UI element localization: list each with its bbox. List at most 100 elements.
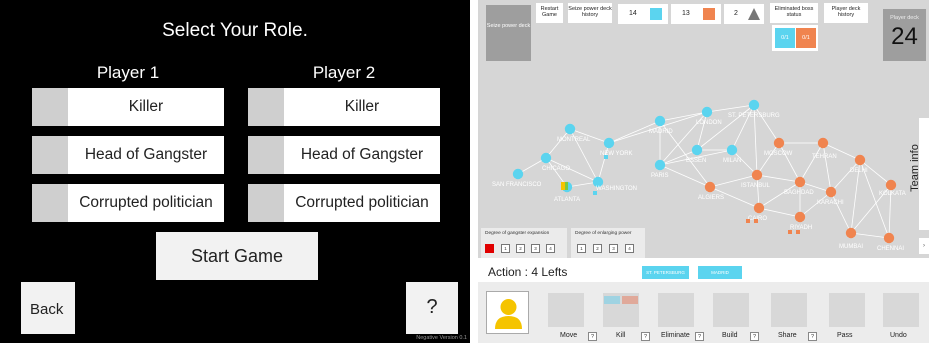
help-button[interactable]: ? <box>406 282 458 334</box>
pass-label: Pass <box>837 332 853 339</box>
city-node[interactable] <box>773 137 785 149</box>
blue-chip-icon <box>604 296 620 304</box>
seize-power-history-button[interactable]: Seize power deck history <box>568 3 612 23</box>
city-node[interactable] <box>753 202 765 214</box>
gang-cube-icon <box>796 230 800 234</box>
role-checkbox[interactable] <box>248 184 284 222</box>
city-node[interactable] <box>512 168 524 180</box>
orange-counter-value: 13 <box>682 10 690 17</box>
role-checkbox[interactable] <box>32 136 68 174</box>
p2-role-head-of-gangster-button[interactable]: Head of Gangster <box>248 136 440 174</box>
expansion-level: 2 <box>516 244 525 253</box>
city-node[interactable] <box>701 106 713 118</box>
eliminate-help-button[interactable]: ? <box>695 332 704 341</box>
city-node[interactable] <box>794 176 806 188</box>
city-node[interactable] <box>654 115 666 127</box>
city-node[interactable] <box>564 123 576 135</box>
city-node[interactable] <box>883 232 895 244</box>
city-label: PARIS <box>651 173 669 179</box>
triangle-counter: 2 <box>724 4 764 24</box>
city-node[interactable] <box>726 144 738 156</box>
player-deck[interactable]: Player deck 24 <box>883 9 926 61</box>
team-info-tab[interactable]: Team info <box>909 118 929 230</box>
city-node[interactable] <box>654 159 666 171</box>
share-label: Share <box>778 332 797 339</box>
gang-cube-icon <box>746 219 750 223</box>
city-label: ALGIERS <box>698 195 724 201</box>
undo-button[interactable] <box>883 293 919 327</box>
build-label: Build <box>722 332 738 339</box>
city-label: BAGHDAD <box>784 190 814 196</box>
p1-role-killer-button[interactable]: Killer <box>32 88 224 126</box>
expansion-level: 3 <box>531 244 540 253</box>
enlarging-power-track: Degree of enlarging power 1 2 3 4 <box>571 228 645 258</box>
role-checkbox[interactable] <box>248 88 284 126</box>
orange-square-icon <box>703 8 715 20</box>
city-node[interactable] <box>845 227 857 239</box>
city-label: ATLANTA <box>554 197 580 203</box>
route-line <box>778 142 801 183</box>
p2-role-killer-button[interactable]: Killer <box>248 88 440 126</box>
seize-power-deck[interactable]: Seize power deck <box>486 5 531 61</box>
city-node[interactable] <box>825 186 837 198</box>
blue-counter-value: 14 <box>629 10 637 17</box>
city-label: MOSCOW <box>764 151 793 157</box>
city-node[interactable] <box>540 152 552 164</box>
p2-role-corrupted-politician-button[interactable]: Corrupted politician <box>248 184 440 222</box>
move-button[interactable] <box>548 293 584 327</box>
role-label: Head of Gangster <box>84 146 208 163</box>
role-label: Corrupted politician <box>79 194 213 211</box>
city-node[interactable] <box>748 99 760 111</box>
move-help-button[interactable]: ? <box>588 332 597 341</box>
restart-game-button[interactable]: Restart Game <box>536 3 563 23</box>
eliminated-boss-status-button[interactable]: Eliminated boss status <box>770 3 818 23</box>
start-game-button[interactable]: Start Game <box>156 232 318 280</box>
route-line <box>545 128 571 159</box>
role-checkbox[interactable] <box>32 184 68 222</box>
player2-label: Player 2 <box>312 63 376 82</box>
side-arrow-button[interactable]: › <box>919 238 929 254</box>
city-node[interactable] <box>854 154 866 166</box>
gang-cube-icon <box>788 230 792 234</box>
share-button[interactable] <box>771 293 807 327</box>
back-button[interactable]: Back <box>21 282 75 334</box>
city-node[interactable] <box>603 137 615 149</box>
city-node[interactable] <box>794 211 806 223</box>
role-checkbox[interactable] <box>32 88 68 126</box>
city-node[interactable] <box>885 179 897 191</box>
gang-cube-icon <box>604 155 608 159</box>
kill-button[interactable] <box>603 293 639 327</box>
gangster-expansion-label: Degree of gangster expansion <box>485 231 550 236</box>
role-label: Head of Gangster <box>300 146 424 163</box>
route-line <box>756 174 801 183</box>
user-icon <box>495 299 522 329</box>
blue-counter: 14 <box>618 4 668 24</box>
pass-button[interactable] <box>829 293 865 327</box>
eliminate-button[interactable] <box>658 293 694 327</box>
kill-help-button[interactable]: ? <box>641 332 650 341</box>
city-node[interactable] <box>691 144 703 156</box>
city-card-madrid[interactable]: MADRID <box>698 266 742 279</box>
city-node[interactable] <box>751 169 763 181</box>
route-line <box>830 159 861 193</box>
p1-role-corrupted-politician-button[interactable]: Corrupted politician <box>32 184 224 222</box>
p1-role-head-of-gangster-button[interactable]: Head of Gangster <box>32 136 224 174</box>
orange-chip-icon <box>622 296 638 304</box>
expansion-level: 1 <box>501 244 510 253</box>
role-checkbox[interactable] <box>248 136 284 174</box>
city-node[interactable] <box>817 137 829 149</box>
share-help-button[interactable]: ? <box>808 332 817 341</box>
city-label: ESSEN <box>686 158 706 164</box>
build-button[interactable] <box>713 293 749 327</box>
city-node[interactable] <box>704 181 716 193</box>
player-deck-history-button[interactable]: Player deck history <box>824 3 868 23</box>
route-line <box>756 142 780 176</box>
city-label: MUMBAI <box>839 244 863 250</box>
city-card-st-petersburg[interactable]: ST. PETERSBURG <box>642 266 689 279</box>
city-label: KARACHI <box>817 200 844 206</box>
page-title: Select Your Role. <box>162 20 308 41</box>
build-help-button[interactable]: ? <box>750 332 759 341</box>
triangle-counter-value: 2 <box>734 10 738 17</box>
route-line <box>799 142 824 183</box>
action-counter-tab: Action : 4 Lefts <box>478 262 587 282</box>
